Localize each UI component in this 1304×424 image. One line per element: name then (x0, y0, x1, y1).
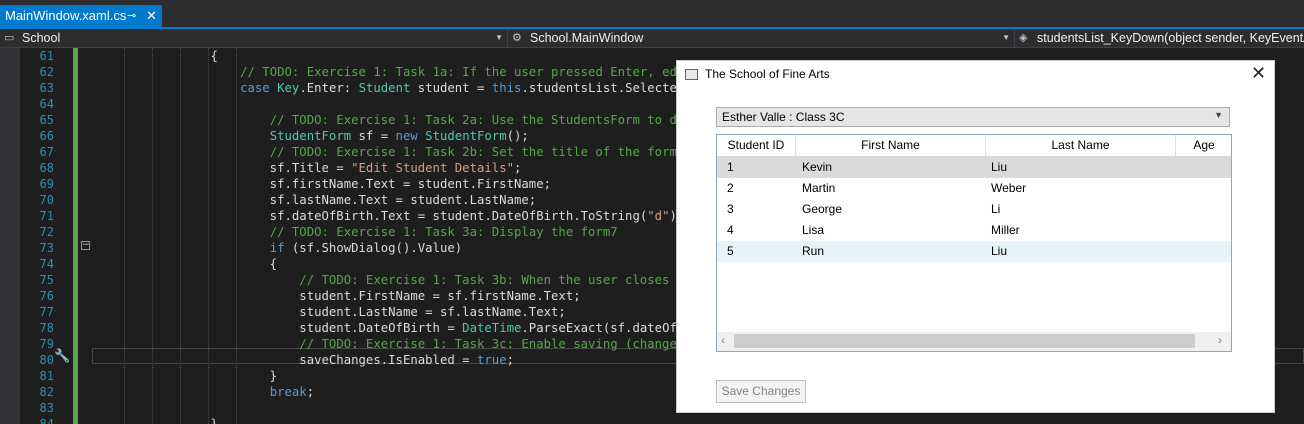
cell-first-name: Run (802, 244, 825, 258)
table-row[interactable]: 4 Lisa Miller (717, 220, 1231, 241)
school-window: The School of Fine Arts ✕ Esther Valle :… (677, 61, 1274, 412)
line-number-margin: 61 62 63 64 65 66 67 68 69 70 71 72 73 74 75 76 77 78 79 80… (20, 48, 54, 424)
chevron-down-icon: ▼ (1002, 33, 1010, 42)
member-dropdown-label: studentsList_KeyDown(object sender, KeyE… (1037, 31, 1304, 45)
line-number: 81 (39, 369, 54, 383)
close-window-icon[interactable]: ✕ (1251, 63, 1266, 84)
pin-icon[interactable]: ⊸ (127, 5, 136, 27)
students-list-header: Student ID First Name Last Name Age (717, 135, 1231, 157)
line-number: 71 (39, 209, 54, 223)
cell-student-id: 3 (727, 202, 734, 216)
line-number: 63 (39, 81, 54, 95)
line-number: 83 (39, 401, 54, 415)
window-icon (685, 69, 698, 80)
table-row[interactable]: 3 George Li (717, 199, 1231, 220)
table-row[interactable]: 1 Kevin Liu (717, 157, 1231, 178)
cell-first-name: Kevin (802, 160, 833, 174)
column-header-first-name[interactable]: First Name (796, 135, 986, 156)
line-number: 76 (39, 289, 54, 303)
line-number: 67 (39, 145, 54, 159)
csharp-project-icon: ▭ (4, 32, 15, 44)
screwdriver-icon[interactable]: 🔧 (54, 349, 70, 364)
scroll-left-icon[interactable]: ‹ (721, 333, 725, 347)
scrollbar-thumb[interactable] (734, 334, 1195, 348)
line-number: 72 (39, 225, 54, 239)
line-number: 74 (39, 257, 54, 271)
line-number: 78 (39, 321, 54, 335)
collapse-toggle-icon[interactable]: − (81, 241, 90, 250)
line-number: 70 (39, 193, 54, 207)
cell-student-id: 4 (727, 223, 734, 237)
member-dropdown[interactable]: ◈ studentsList_KeyDown(object sender, Ke… (1015, 29, 1304, 47)
line-number: 73 (39, 241, 54, 255)
table-row[interactable]: 2 Martin Weber (717, 178, 1231, 199)
cell-last-name: Liu (991, 244, 1008, 258)
scroll-right-icon[interactable]: › (1218, 333, 1222, 347)
cell-student-id: 2 (727, 181, 734, 195)
project-dropdown[interactable]: ▭ School ▼ (0, 29, 508, 47)
cell-student-id: 5 (727, 244, 734, 258)
document-tab-bar: MainWindow.xaml.cs ⊸ ✕ (0, 0, 1304, 27)
chevron-down-icon: ▼ (1214, 110, 1223, 120)
line-number: 62 (39, 65, 54, 79)
line-number: 79 (39, 337, 54, 351)
class-dropdown[interactable]: ⚙ School.MainWindow ▼ (508, 29, 1015, 47)
project-dropdown-label: School (22, 31, 61, 45)
column-header-last-name[interactable]: Last Name (986, 135, 1176, 156)
line-number: 68 (39, 161, 54, 175)
cell-last-name: Liu (991, 160, 1008, 174)
chevron-down-icon: ▼ (495, 33, 503, 42)
tab-mainwindow-xaml-cs[interactable]: MainWindow.xaml.cs ⊸ ✕ (0, 5, 162, 27)
tab-title: MainWindow.xaml.cs (5, 8, 127, 23)
line-number: 64 (39, 97, 54, 111)
line-number: 65 (39, 113, 54, 127)
cell-last-name: Li (991, 202, 1001, 216)
line-number: 82 (39, 385, 54, 399)
column-header-student-id[interactable]: Student ID (717, 135, 796, 156)
line-number: 80 (39, 353, 54, 367)
horizontal-scrollbar[interactable]: ‹ › (717, 332, 1231, 351)
method-icon: ◈ (1019, 32, 1028, 44)
table-row[interactable]: 5 Run Liu (717, 241, 1231, 262)
line-number: 66 (39, 129, 54, 143)
cell-first-name: George (802, 202, 843, 216)
class-icon: ⚙ (512, 32, 522, 44)
cell-student-id: 1 (727, 160, 734, 174)
indicator-margin[interactable] (0, 48, 20, 424)
cell-first-name: Martin (802, 181, 836, 195)
class-dropdown-label: School.MainWindow (530, 31, 644, 45)
cell-first-name: Lisa (802, 223, 825, 237)
line-number: 84 (39, 417, 54, 424)
line-number: 77 (39, 305, 54, 319)
code-line[interactable]: } (92, 416, 1210, 424)
cell-last-name: Weber (991, 181, 1027, 195)
change-tracking-bar (73, 48, 78, 424)
teacher-class-select[interactable]: Esther Valle : Class 3C ▼ (716, 107, 1230, 127)
line-number: 61 (39, 49, 54, 63)
save-changes-button[interactable]: Save Changes (716, 380, 806, 403)
line-number: 75 (39, 273, 54, 287)
window-title: The School of Fine Arts (705, 67, 830, 81)
line-number: 69 (39, 177, 54, 191)
teacher-class-select-value: Esther Valle : Class 3C (722, 110, 845, 124)
navigation-bar: ▭ School ▼ ⚙ School.MainWindow ▼ ◈ stude… (0, 29, 1304, 48)
close-tab-icon[interactable]: ✕ (146, 5, 157, 27)
column-header-age[interactable]: Age (1176, 135, 1231, 156)
students-list[interactable]: Student ID First Name Last Name Age 1 Ke… (716, 134, 1232, 352)
cell-last-name: Miller (991, 223, 1020, 237)
